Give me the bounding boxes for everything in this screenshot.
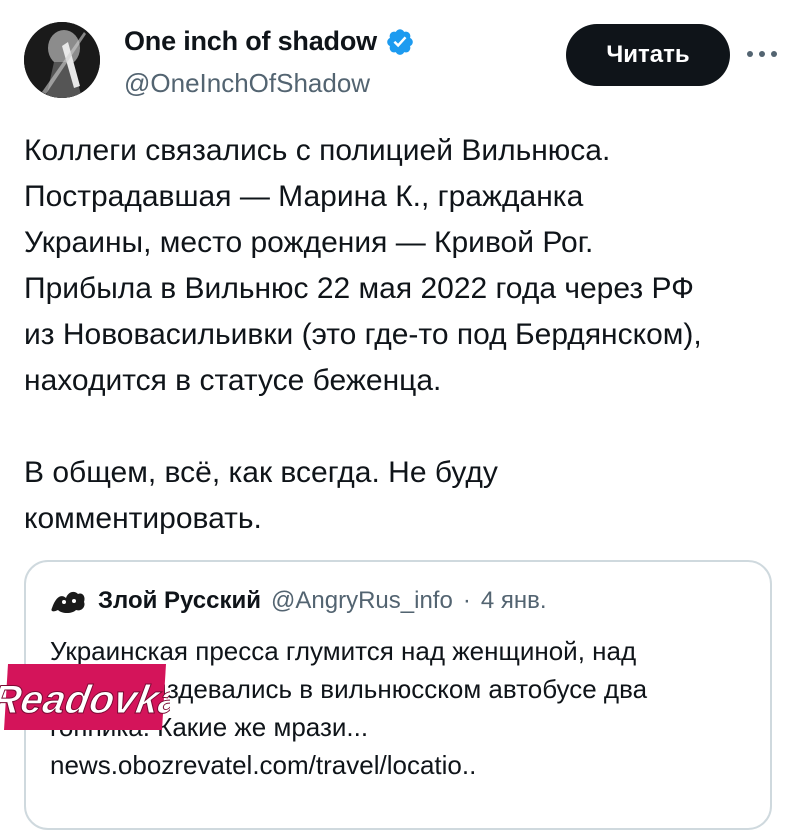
quoted-author-display-name[interactable]: Злой Русский <box>98 587 261 615</box>
quoted-author-handle[interactable]: @AngryRus_info <box>271 587 453 615</box>
tweet-text-line: Украины, место рождения — Кривой Рог. <box>24 226 594 259</box>
quoted-link-text[interactable]: news.obozrevatel.com/travel/locatio.. <box>50 746 750 784</box>
tweet-text-line: В общем, всё, как всегда. Не буду <box>24 456 498 489</box>
author-name-row: One inch of shadow <box>124 26 415 57</box>
avatar-image-icon <box>24 22 100 98</box>
quoted-tweet-date[interactable]: 4 янв. <box>481 587 547 615</box>
tweet-text-line: комментировать. <box>24 502 262 535</box>
verified-badge-icon <box>387 28 413 55</box>
follow-button[interactable]: Читать <box>566 24 730 86</box>
quoted-author-avatar-icon[interactable] <box>50 586 88 616</box>
readovka-logo-icon: Readovka <box>0 664 170 730</box>
author-display-name[interactable]: One inch of shadow <box>124 26 377 57</box>
author-avatar[interactable] <box>24 22 100 98</box>
tweet-text-line: Коллеги связались с полицией Вильнюса. <box>24 134 611 167</box>
more-horizontal-icon[interactable] <box>742 34 782 74</box>
tweet-text-line: Прибыла в Вильнюс 22 мая 2022 года через… <box>24 272 694 305</box>
readovka-watermark-logo: Readovka <box>0 658 170 736</box>
tweet-text-line: из Нововасильивки (это где-то под Бердян… <box>24 318 702 351</box>
tweet-text: Коллеги связались с полицией Вильнюса. П… <box>24 128 784 542</box>
quoted-tweet-header: Злой Русский @AngryRus_info · 4 янв. <box>50 586 547 616</box>
author-handle[interactable]: @OneInchOfShadow <box>124 68 370 99</box>
svg-text:Readovka: Readovka <box>0 677 170 722</box>
tweet-text-line: Пострадавшая — Марина К., гражданка <box>24 180 584 213</box>
tweet-header: One inch of shadow @OneInchOfShadow Чита… <box>24 20 784 110</box>
tweet-text-line: находится в статусе беженца. <box>24 364 442 397</box>
meta-separator: · <box>462 587 471 614</box>
